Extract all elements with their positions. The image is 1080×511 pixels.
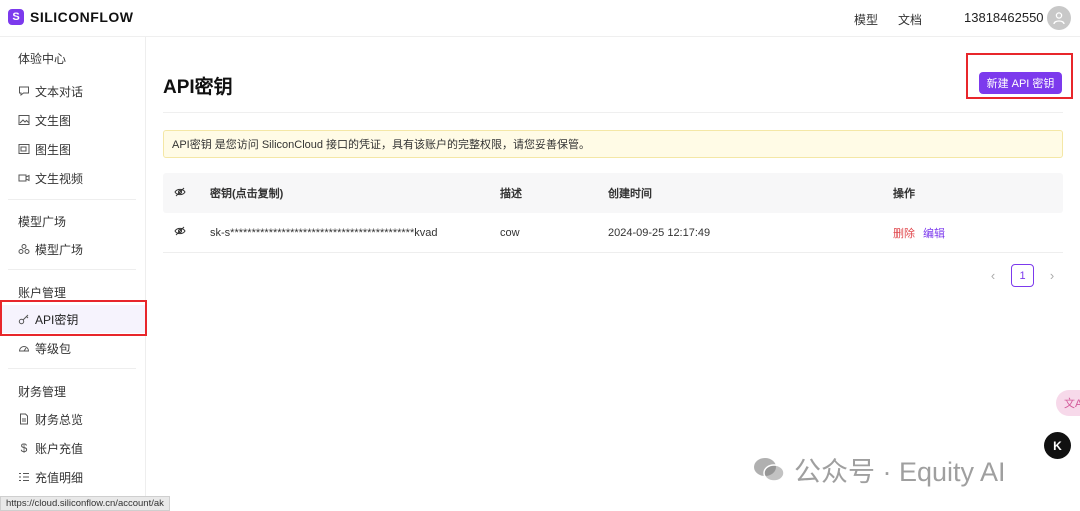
logo-icon: S bbox=[8, 9, 24, 25]
page-title: API密钥 bbox=[163, 77, 233, 98]
sidebar-item-label: 充值明细 bbox=[35, 470, 84, 485]
sidebar-item-model-square[interactable]: 模型广场 bbox=[0, 235, 146, 263]
sidebar-item-label: 文本对话 bbox=[35, 84, 84, 99]
table-header: 密钥(点击复制) 描述 创建时间 操作 bbox=[163, 173, 1063, 213]
status-url: https://cloud.siliconflow.cn/account/ak bbox=[6, 498, 164, 509]
notice-text: API密钥 是您访问 SiliconCloud 接口的凭证，具有该账户的完整权限… bbox=[172, 139, 591, 151]
sidebar-item-text-chat[interactable]: 文本对话 bbox=[0, 77, 146, 105]
cubes-icon bbox=[18, 243, 30, 255]
watermark: 公众号 · Equity AI bbox=[752, 450, 1006, 489]
sidebar-item-recharge-details[interactable]: 充值明细 bbox=[0, 463, 146, 491]
sidebar-item-label: 图生图 bbox=[35, 142, 72, 157]
top-bar: S SILICONFLOW 模型 文档 13818462550 bbox=[0, 0, 1080, 37]
divider bbox=[163, 112, 1063, 113]
sidebar-section-title: 体验中心 bbox=[18, 52, 67, 66]
sidebar-item-label: 等级包 bbox=[35, 341, 72, 356]
toggle-visibility-icon[interactable] bbox=[174, 225, 186, 240]
sidebar-section-title: 模型广场 bbox=[18, 215, 67, 229]
account-phone[interactable]: 13818462550 bbox=[964, 10, 1044, 25]
gauge-icon bbox=[18, 342, 30, 354]
sidebar-item-label: 文生图 bbox=[35, 113, 72, 128]
nav-models-link[interactable]: 模型 bbox=[854, 11, 878, 28]
divider bbox=[8, 199, 136, 200]
edit-link[interactable]: 编辑 bbox=[923, 228, 945, 240]
next-page-icon[interactable]: › bbox=[1044, 265, 1060, 287]
watermark-text: 公众号 · Equity AI bbox=[794, 457, 1006, 487]
column-header-actions: 操作 bbox=[893, 188, 915, 200]
sidebar-item-text-to-image[interactable]: 文生图 bbox=[0, 106, 146, 134]
nav-docs-link[interactable]: 文档 bbox=[898, 11, 922, 28]
sidebar-item-image-to-image[interactable]: 图生图 bbox=[0, 135, 146, 163]
row-actions: 删除 编辑 bbox=[893, 225, 945, 241]
delete-link[interactable]: 删除 bbox=[893, 228, 915, 240]
sidebar-section-title: 财务管理 bbox=[18, 385, 67, 399]
sidebar-item-level-pack[interactable]: 等级包 bbox=[0, 334, 146, 362]
column-header-description: 描述 bbox=[500, 188, 522, 200]
divider bbox=[8, 368, 136, 369]
create-api-key-button[interactable]: 新建 API 密钥 bbox=[979, 72, 1062, 94]
browser-status-bar: https://cloud.siliconflow.cn/account/ak bbox=[0, 496, 170, 511]
sidebar-item-label: 模型广场 bbox=[35, 242, 84, 257]
api-key-value[interactable]: sk-s************************************… bbox=[210, 227, 437, 239]
image-icon bbox=[18, 114, 30, 126]
user-icon bbox=[1053, 12, 1065, 25]
assistant-widget[interactable]: K bbox=[1044, 432, 1071, 459]
video-icon bbox=[18, 172, 30, 184]
sidebar-item-label: 财务总览 bbox=[35, 412, 84, 427]
assistant-icon: K bbox=[1053, 438, 1062, 453]
sidebar-item-label: 文生视频 bbox=[35, 171, 84, 186]
wechat-icon bbox=[754, 457, 785, 482]
toggle-visibility-icon[interactable] bbox=[174, 186, 186, 201]
translate-icon: 文A bbox=[1064, 398, 1080, 410]
column-header-key: 密钥(点击复制) bbox=[210, 188, 284, 200]
sidebar-item-finance-overview[interactable]: 财务总览 bbox=[0, 405, 146, 433]
avatar[interactable] bbox=[1047, 6, 1071, 30]
column-header-created: 创建时间 bbox=[608, 188, 652, 200]
notice-banner: API密钥 是您访问 SiliconCloud 接口的凭证，具有该账户的完整权限… bbox=[163, 130, 1063, 158]
sidebar-item-recharge[interactable]: $ 账户充值 bbox=[0, 434, 146, 462]
prev-page-icon[interactable]: ‹ bbox=[985, 265, 1001, 287]
file-icon bbox=[18, 413, 30, 425]
list-icon bbox=[18, 471, 30, 483]
page-number-1[interactable]: 1 bbox=[1011, 264, 1034, 287]
translate-widget[interactable]: 文A bbox=[1056, 390, 1080, 416]
pagination: ‹ 1 › bbox=[985, 264, 1060, 287]
chat-icon bbox=[18, 85, 30, 97]
sidebar-section-title: 账户管理 bbox=[18, 286, 67, 300]
sidebar-item-label: 账户充值 bbox=[35, 441, 84, 456]
table-row: sk-s************************************… bbox=[163, 213, 1063, 253]
key-description: cow bbox=[500, 226, 520, 239]
key-created-time: 2024-09-25 12:17:49 bbox=[608, 226, 711, 239]
sidebar-item-text-to-video[interactable]: 文生视频 bbox=[0, 164, 146, 192]
images-icon bbox=[18, 143, 30, 155]
api-keys-table: 密钥(点击复制) 描述 创建时间 操作 sk-s****************… bbox=[163, 173, 1063, 253]
logo-text: SILICONFLOW bbox=[30, 9, 134, 25]
dollar-icon: $ bbox=[20, 441, 28, 455]
divider bbox=[8, 269, 136, 270]
highlight-box-api-keys bbox=[0, 300, 147, 336]
logo[interactable]: S SILICONFLOW bbox=[8, 9, 134, 25]
sidebar: 体验中心 文本对话 文生图 图生图 文生视频 模型广场 模型广场 账户管理 AP… bbox=[0, 37, 146, 511]
